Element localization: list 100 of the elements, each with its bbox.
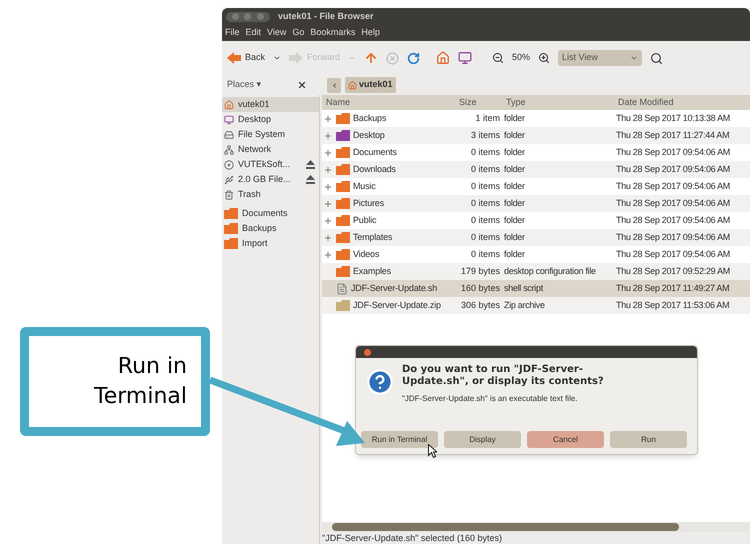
expander-icon[interactable] bbox=[325, 200, 333, 206]
zoom-out-icon[interactable] bbox=[492, 52, 504, 64]
file-row[interactable]: JDF-Server-Update.zip 306 bytes Zip archive Thu 28 Sep 2017 11:53:06 AM bbox=[322, 297, 750, 314]
file-row[interactable]: JDF-Server-Update.sh 160 bytes shell script Thu 28 Sep 2017 11:49:27 AM bbox=[322, 280, 750, 297]
path-back-button[interactable] bbox=[327, 78, 341, 92]
file-type: folder bbox=[503, 162, 526, 176]
file-row[interactable]: Pictures 0 items folder Thu 28 Sep 2017 09:54:06 AM bbox=[322, 195, 750, 212]
date-modified: Thu 28 Sep 2017 09:52:29 AM bbox=[615, 264, 731, 278]
file-size: 160 bytes bbox=[460, 282, 501, 295]
dialog-button[interactable]: Run bbox=[610, 431, 687, 448]
sidebar-item[interactable]: Desktop bbox=[222, 112, 319, 127]
file-name: Public bbox=[353, 214, 376, 227]
file-name: Pictures bbox=[353, 196, 384, 210]
menu-item[interactable]: Bookmarks bbox=[310, 26, 356, 40]
file-type: folder bbox=[503, 214, 526, 227]
sidebar-item[interactable]: Trash bbox=[222, 187, 319, 202]
file-name: Examples bbox=[353, 264, 391, 278]
file-size: 0 items bbox=[470, 146, 501, 159]
expander-icon[interactable] bbox=[325, 218, 333, 224]
horizontal-scrollbar[interactable] bbox=[322, 522, 750, 532]
back-button[interactable]: Back bbox=[227, 51, 266, 65]
file-row[interactable]: Downloads 0 items folder Thu 28 Sep 2017 09:54:06 AM bbox=[322, 161, 750, 178]
file-size: 0 items bbox=[470, 180, 501, 193]
dialog-button[interactable]: Cancel bbox=[527, 431, 604, 448]
dialog-heading: Do you want to run "JDF-Server-Update.sh", or display its contents? bbox=[402, 364, 605, 388]
menu-item[interactable]: Go bbox=[292, 26, 304, 40]
sidebar-item[interactable]: Import bbox=[222, 236, 319, 251]
eject-icon[interactable] bbox=[306, 175, 315, 184]
file-size: 0 items bbox=[470, 162, 501, 176]
expander-icon[interactable] bbox=[325, 252, 333, 258]
menu-item[interactable]: File bbox=[225, 26, 240, 40]
column-header[interactable]: Date Modified bbox=[614, 95, 750, 110]
menu-item[interactable]: Help bbox=[361, 26, 380, 40]
sidebar-item[interactable]: Network bbox=[222, 142, 319, 157]
date-modified: Thu 28 Sep 2017 11:53:06 AM bbox=[615, 298, 730, 312]
disc-icon bbox=[224, 160, 234, 170]
file-name: JDF-Server-Update.sh bbox=[351, 282, 438, 295]
zoom-in-icon[interactable] bbox=[538, 52, 550, 64]
sidebar-item[interactable]: Backups bbox=[222, 221, 319, 236]
mouse-cursor-icon bbox=[428, 444, 437, 458]
date-modified: Thu 28 Sep 2017 09:54:06 AM bbox=[615, 248, 731, 261]
sidebar-item[interactable]: 2.0 GB File... bbox=[222, 172, 319, 187]
date-modified: Thu 28 Sep 2017 11:27:44 AM bbox=[615, 128, 730, 142]
file-row[interactable]: Desktop 3 items folder Thu 28 Sep 2017 11:27:44 AM bbox=[322, 127, 750, 144]
file-name: Videos bbox=[353, 248, 380, 261]
date-modified: Thu 28 Sep 2017 09:54:06 AM bbox=[615, 214, 731, 227]
zoom-level: 50% bbox=[512, 51, 530, 64]
folder-icon bbox=[336, 113, 350, 124]
eject-icon[interactable] bbox=[306, 160, 315, 169]
sidebar-item[interactable]: vutek01 bbox=[222, 97, 319, 112]
date-modified: Thu 28 Sep 2017 09:54:06 AM bbox=[615, 146, 731, 159]
column-header[interactable]: Size bbox=[455, 95, 502, 110]
dialog-button[interactable]: Display bbox=[444, 431, 521, 448]
expander-icon[interactable] bbox=[325, 184, 333, 190]
computer-icon[interactable] bbox=[458, 51, 472, 65]
search-icon[interactable] bbox=[650, 52, 664, 64]
folder-icon bbox=[224, 238, 238, 249]
home-icon[interactable] bbox=[436, 51, 450, 65]
dropdown-icon[interactable] bbox=[273, 54, 282, 62]
folder-icon bbox=[336, 147, 350, 158]
file-size: 306 bytes bbox=[460, 298, 501, 312]
trash-icon bbox=[224, 190, 234, 200]
places-menu[interactable]: Places ▾ bbox=[227, 78, 297, 92]
sidebar-item[interactable]: VUTEkSoft... bbox=[222, 157, 319, 172]
usb-icon bbox=[224, 174, 234, 184]
file-type: Zip archive bbox=[503, 298, 546, 312]
path-button[interactable]: vutek01 bbox=[345, 77, 396, 93]
up-arrow-icon[interactable] bbox=[364, 51, 378, 65]
menu-item[interactable]: Edit bbox=[246, 26, 262, 40]
file-type: folder bbox=[503, 146, 526, 159]
expander-icon[interactable] bbox=[325, 234, 333, 240]
expander-icon[interactable] bbox=[325, 132, 333, 138]
reload-icon[interactable] bbox=[407, 52, 420, 64]
expander-icon[interactable] bbox=[325, 150, 333, 156]
date-modified: Thu 28 Sep 2017 10:13:38 AM bbox=[615, 112, 731, 125]
date-modified: Thu 28 Sep 2017 09:54:06 AM bbox=[615, 230, 731, 244]
dialog-message: "JDF-Server-Update.sh" is an executable text file. bbox=[402, 393, 579, 405]
folder-icon bbox=[336, 198, 350, 209]
sidebar-item[interactable]: Documents bbox=[222, 206, 319, 221]
window-title: vutek01 - File Browser bbox=[278, 10, 374, 23]
file-size: 0 items bbox=[470, 230, 501, 244]
sidebar-item[interactable]: File System bbox=[222, 127, 319, 142]
column-header[interactable]: Name bbox=[322, 95, 455, 110]
close-icon[interactable] bbox=[297, 80, 307, 90]
menu-item[interactable]: View bbox=[267, 26, 286, 40]
left-arrow-icon bbox=[227, 52, 241, 64]
column-header[interactable]: Type bbox=[502, 95, 614, 110]
dialog-button[interactable]: Run in Terminal bbox=[361, 431, 438, 448]
file-type: shell script bbox=[503, 282, 544, 295]
view-dropdown[interactable]: List View bbox=[558, 50, 642, 66]
archive-icon bbox=[336, 300, 350, 311]
file-row[interactable]: Templates 0 items folder Thu 28 Sep 2017 09:54:06 AM bbox=[322, 229, 750, 246]
file-size: 0 items bbox=[470, 248, 501, 261]
window-controls[interactable] bbox=[226, 12, 270, 22]
file-row[interactable]: Examples 179 bytes desktop configuration file Thu 28 Sep 2017 09:52:29 AM bbox=[322, 263, 750, 280]
file-size: 0 items bbox=[470, 214, 501, 227]
expander-icon[interactable] bbox=[325, 166, 333, 172]
expander-icon[interactable] bbox=[325, 116, 333, 122]
file-type: folder bbox=[503, 230, 526, 244]
file-name: Backups bbox=[353, 112, 386, 125]
